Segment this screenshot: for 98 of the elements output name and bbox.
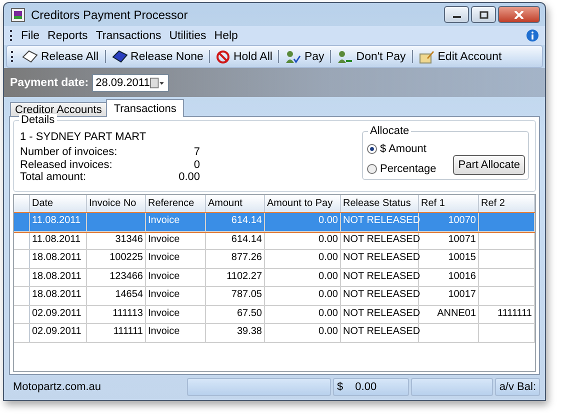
table-row[interactable]: 18.08.2011 14654 Invoice 787.05 0.00 NOT RELEASED 10017 <box>14 287 535 306</box>
part-allocate-button[interactable]: Part Allocate <box>453 155 525 175</box>
table-cell: 39.38 <box>206 324 265 342</box>
table-cell: 100225 <box>87 250 146 268</box>
table-cell: NOT RELEASED <box>341 232 419 249</box>
balance-label: a/v Bal: <box>495 378 540 396</box>
date-picker[interactable]: 28.09.2011 <box>92 74 169 92</box>
menu-item[interactable]: Transactions <box>92 30 166 42</box>
table-cell: NOT RELEASED <box>341 287 419 304</box>
account-name: 1 - SYDNEY PART MART <box>20 131 148 145</box>
group-title: Allocate <box>368 125 412 137</box>
table-cell: 31346 <box>87 232 146 249</box>
table-cell: Invoice <box>146 250 206 268</box>
table-cell: 123466 <box>87 268 146 286</box>
toolbar-button[interactable]: Hold All <box>212 47 276 66</box>
field-label: Released invoices: <box>20 158 112 171</box>
table-row[interactable]: 11.08.2011 31346 Invoice 614.14 0.00 NOT RELEASED 10071 <box>14 232 535 250</box>
radio-option[interactable]: Percentage <box>367 163 436 175</box>
table-cell: 111111 <box>87 324 146 342</box>
table-cell: 10070 <box>419 213 479 230</box>
table-cell: 0.00 <box>265 287 341 304</box>
field-label: Number of invoices: <box>20 146 118 158</box>
menu-item[interactable]: Reports <box>44 30 92 42</box>
field-value: 0.00 <box>178 171 200 184</box>
close-icon <box>514 10 524 18</box>
table-cell: Invoice <box>146 232 206 249</box>
table-cell: NOT RELEASED <box>341 324 419 342</box>
status-amount: 0.00 <box>355 381 377 395</box>
table-cell: 14654 <box>87 287 146 304</box>
table-row[interactable]: 18.08.2011 123466 Invoice 1102.27 0.00 NOT RELEASED 10016 <box>14 268 535 287</box>
field-value: 0 <box>194 158 200 171</box>
minimize-button[interactable] <box>444 6 469 23</box>
payment-date-label: Payment date: <box>10 76 89 88</box>
table-cell: 0.00 <box>265 324 341 342</box>
table-cell: NOT RELEASED <box>341 250 419 268</box>
table-cell: 02.09.2011 <box>30 306 87 323</box>
menu-item[interactable]: Utilities <box>165 30 210 42</box>
tag-icon <box>22 50 38 64</box>
menu-item[interactable]: File <box>17 30 44 42</box>
status-text: Motopartz.com.au <box>12 380 102 395</box>
table-cell: 67.50 <box>206 306 265 323</box>
table-cell: NOT RELEASED <box>341 306 419 323</box>
table-cell: 11.08.2011 <box>30 232 87 249</box>
table-cell: 1102.27 <box>206 268 265 286</box>
toolbar-button[interactable]: Don't Pay <box>333 47 410 66</box>
table-cell: Invoice <box>146 306 206 323</box>
table-cell: 0.00 <box>265 232 341 249</box>
toolbar-button[interactable]: Edit Account <box>414 47 506 66</box>
table-cell: 0.00 <box>265 250 341 268</box>
toolbar-button[interactable]: Release All <box>18 47 103 66</box>
table-cell: 614.14 <box>206 232 265 249</box>
table-cell: Invoice <box>146 287 206 304</box>
table-cell: 0.00 <box>265 306 341 323</box>
table-cell: 02.09.2011 <box>30 324 87 342</box>
table-cell: 614.14 <box>206 213 265 230</box>
maximize-icon <box>478 10 488 18</box>
table-cell: 11.08.2011 <box>30 213 87 230</box>
table-cell: 877.26 <box>206 250 265 268</box>
table-cell: 18.08.2011 <box>30 250 87 268</box>
prohibited-icon <box>216 50 230 64</box>
person-minus-icon <box>337 50 354 64</box>
table-cell: 10017 <box>419 287 479 304</box>
tag-icon <box>112 50 128 64</box>
close-button[interactable] <box>498 6 540 23</box>
toolbar-button[interactable]: Pay <box>281 47 328 66</box>
field-value: 7 <box>194 146 200 158</box>
table-cell: 0.00 <box>265 213 341 230</box>
radio-option[interactable]: $ Amount <box>367 143 436 155</box>
table-cell: Invoice <box>146 324 206 342</box>
currency-symbol: $ <box>337 381 344 395</box>
info-icon[interactable] <box>526 29 539 42</box>
table-cell: 10016 <box>419 268 479 286</box>
table-cell: 1111111 <box>479 306 535 323</box>
person-check-icon <box>285 50 302 64</box>
maximize-button[interactable] <box>471 6 496 23</box>
table-cell: NOT RELEASED <box>341 268 419 286</box>
tab[interactable]: Transactions <box>106 99 184 117</box>
window-title: Creditors Payment Processor <box>31 8 188 22</box>
table-cell: 10071 <box>419 232 479 249</box>
table-cell: 111113 <box>87 306 146 323</box>
table-cell: 18.08.2011 <box>30 287 87 304</box>
table-cell: 10015 <box>419 250 479 268</box>
table-cell: 787.05 <box>206 287 265 304</box>
table-row[interactable]: 02.09.2011 111113 Invoice 67.50 0.00 NOT RELEASED ANNE01 1111111 <box>14 306 535 324</box>
menu-item[interactable]: Help <box>210 30 242 42</box>
field-label: Total amount: <box>20 171 86 184</box>
table-row[interactable]: 18.08.2011 100225 Invoice 877.26 0.00 NOT RELEASED 10015 <box>14 250 535 268</box>
table-cell: ANNE01 <box>419 306 479 323</box>
table-cell: Invoice <box>146 213 206 230</box>
table-cell: Invoice <box>146 268 206 286</box>
app-icon <box>11 8 25 22</box>
group-title: Details <box>19 114 57 126</box>
table-row[interactable]: 02.09.2011 111111 Invoice 39.38 0.00 NOT RELEASED <box>14 324 535 342</box>
edit-account-icon <box>418 50 435 64</box>
toolbar-button[interactable]: Release None <box>108 47 208 66</box>
table-cell: 0.00 <box>265 268 341 286</box>
table-cell: 18.08.2011 <box>30 268 87 286</box>
calendar-dropdown-icon <box>150 76 165 88</box>
